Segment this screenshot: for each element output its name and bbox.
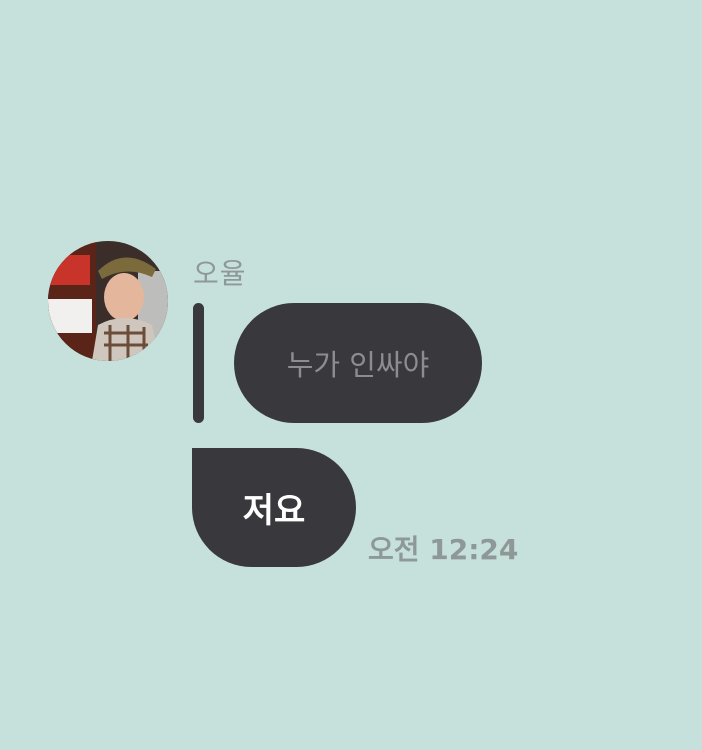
message-text: 저요 — [242, 491, 306, 531]
quoted-message-text: 누가 인싸야 — [286, 348, 430, 382]
sender-name: 오율 — [193, 257, 247, 290]
message-bubble[interactable]: 저요 — [192, 448, 356, 567]
profile-photo-icon — [48, 241, 168, 361]
quoted-message-bubble[interactable]: 누가 인싸야 — [234, 303, 482, 423]
message-timestamp: 오전 12:24 — [368, 533, 519, 566]
reply-indicator-bar — [193, 303, 204, 423]
sender-avatar[interactable] — [48, 241, 168, 361]
